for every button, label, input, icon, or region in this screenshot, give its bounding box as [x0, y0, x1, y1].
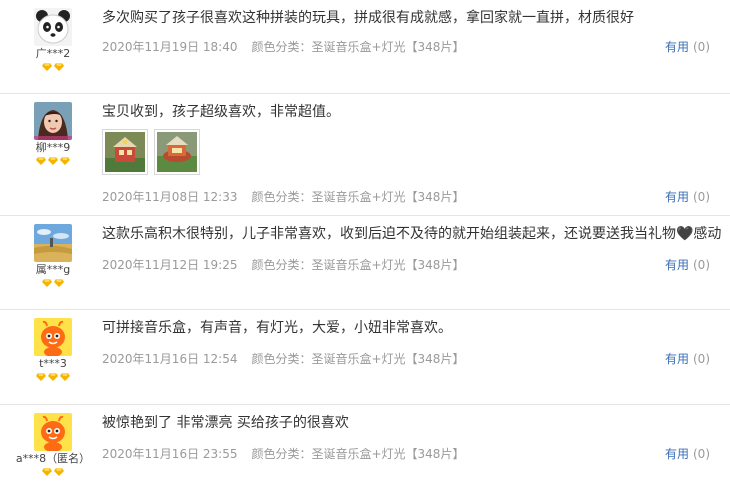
reviewer-info: 属***g — [14, 224, 92, 289]
review-text: 多次购买了孩子很喜欢这种拼装的玩具，拼成很有成就感，拿回家就一直拼，材质很好 — [102, 10, 634, 26]
review-item: 广***2 多次购买了孩子很喜欢这种拼装的玩具，拼成很有成就感，拿回家就一直拼，… — [0, 0, 730, 94]
review-text: 宝贝收到，孩子超级喜欢，非常超值。 — [102, 104, 340, 120]
taobao-doll-avatar-icon[interactable] — [34, 318, 72, 356]
product-spec: 颜色分类：圣诞音乐盒+灯光【348片】 — [251, 190, 465, 204]
diamond-icon — [54, 63, 64, 71]
helpful-count: (0) — [693, 352, 710, 366]
review-item: 属***g 这款乐高积木很特别，儿子非常喜欢，收到后迫不及待的就开始组装起来，还… — [0, 216, 730, 310]
review-meta: 2020年11月12日 19:25 颜色分类：圣诞音乐盒+灯光【348片】 — [102, 256, 464, 273]
diamond-icon — [42, 468, 52, 476]
helpful-vote: 有用 (0) — [665, 350, 710, 367]
reviewer-level-badges — [14, 279, 92, 289]
review-item: t***3 可拼接音乐盒，有声音，有灯光，大爱，小妞非常喜欢。 2020年11月… — [0, 310, 730, 405]
reviewer-level-badges — [14, 373, 92, 383]
diamond-icon — [54, 279, 64, 287]
helpful-button[interactable]: 有用 — [665, 258, 689, 272]
helpful-vote: 有用 (0) — [665, 445, 710, 462]
helpful-count: (0) — [693, 447, 710, 461]
reviewer-level-badges — [14, 468, 92, 478]
reviewer-name: a***8（匿名） — [15, 452, 91, 465]
reviewer-name: 柳***9 — [35, 141, 71, 154]
panda-avatar-icon[interactable] — [34, 8, 72, 46]
reviewer-level-badges — [14, 63, 92, 73]
music-box-photo-icon — [105, 132, 145, 172]
diamond-icon — [54, 468, 64, 476]
reviewer-info: 柳***9 — [14, 102, 92, 167]
diamond-icon — [48, 157, 58, 165]
diamond-icon — [42, 279, 52, 287]
product-spec: 颜色分类：圣诞音乐盒+灯光【348片】 — [251, 258, 465, 272]
reviewer-name: 属***g — [35, 263, 71, 276]
review-text: 可拼接音乐盒，有声音，有灯光，大爱，小妞非常喜欢。 — [102, 320, 452, 336]
reviewer-info: 广***2 — [14, 8, 92, 73]
diamond-icon — [60, 157, 70, 165]
review-date: 2020年11月19日 18:40 — [102, 40, 238, 54]
helpful-vote: 有用 (0) — [665, 38, 710, 55]
helpful-button[interactable]: 有用 — [665, 190, 689, 204]
diamond-icon — [42, 63, 52, 71]
helpful-count: (0) — [693, 258, 710, 272]
review-photo-thumbnail[interactable] — [102, 129, 148, 175]
helpful-button[interactable]: 有用 — [665, 40, 689, 54]
diamond-icon — [60, 373, 70, 381]
helpful-count: (0) — [693, 40, 710, 54]
review-date: 2020年11月16日 23:55 — [102, 447, 238, 461]
helpful-button[interactable]: 有用 — [665, 447, 689, 461]
diamond-icon — [36, 373, 46, 381]
landscape-avatar-icon[interactable] — [34, 224, 72, 262]
product-spec: 颜色分类：圣诞音乐盒+灯光【348片】 — [251, 40, 465, 54]
reviewer-info: t***3 — [14, 318, 92, 383]
diamond-icon — [48, 373, 58, 381]
helpful-button[interactable]: 有用 — [665, 352, 689, 366]
review-photos — [102, 129, 206, 179]
review-text: 这款乐高积木很特别，儿子非常喜欢，收到后迫不及待的就开始组装起来，还说要送我当礼… — [102, 226, 722, 242]
music-box-photo-icon — [157, 132, 197, 172]
review-item: a***8（匿名） 被惊艳到了 非常漂亮 买给孩子的很喜欢 2020年11月16… — [0, 405, 730, 500]
review-date: 2020年11月08日 12:33 — [102, 190, 238, 204]
review-meta: 2020年11月08日 12:33 颜色分类：圣诞音乐盒+灯光【348片】 — [102, 188, 464, 205]
review-photo-thumbnail[interactable] — [154, 129, 200, 175]
review-meta: 2020年11月16日 23:55 颜色分类：圣诞音乐盒+灯光【348片】 — [102, 445, 464, 462]
helpful-vote: 有用 (0) — [665, 256, 710, 273]
reviewer-level-badges — [14, 157, 92, 167]
reviewer-name: t***3 — [39, 357, 67, 370]
review-date: 2020年11月12日 19:25 — [102, 258, 238, 272]
review-meta: 2020年11月16日 12:54 颜色分类：圣诞音乐盒+灯光【348片】 — [102, 350, 464, 367]
review-text: 被惊艳到了 非常漂亮 买给孩子的很喜欢 — [102, 415, 349, 431]
review-item: 柳***9 宝贝收到，孩子超级喜欢，非常超值。 2020年11月08日 12:3… — [0, 94, 730, 216]
taobao-doll-avatar-icon[interactable] — [34, 413, 72, 451]
reviewer-name: 广***2 — [35, 47, 71, 60]
reviewer-info: a***8（匿名） — [14, 413, 92, 478]
review-date: 2020年11月16日 12:54 — [102, 352, 238, 366]
product-spec: 颜色分类：圣诞音乐盒+灯光【348片】 — [251, 447, 465, 461]
helpful-count: (0) — [693, 190, 710, 204]
diamond-icon — [36, 157, 46, 165]
product-spec: 颜色分类：圣诞音乐盒+灯光【348片】 — [251, 352, 465, 366]
helpful-vote: 有用 (0) — [665, 188, 710, 205]
girl-photo-avatar-icon[interactable] — [34, 102, 72, 140]
review-meta: 2020年11月19日 18:40 颜色分类：圣诞音乐盒+灯光【348片】 — [102, 38, 464, 55]
